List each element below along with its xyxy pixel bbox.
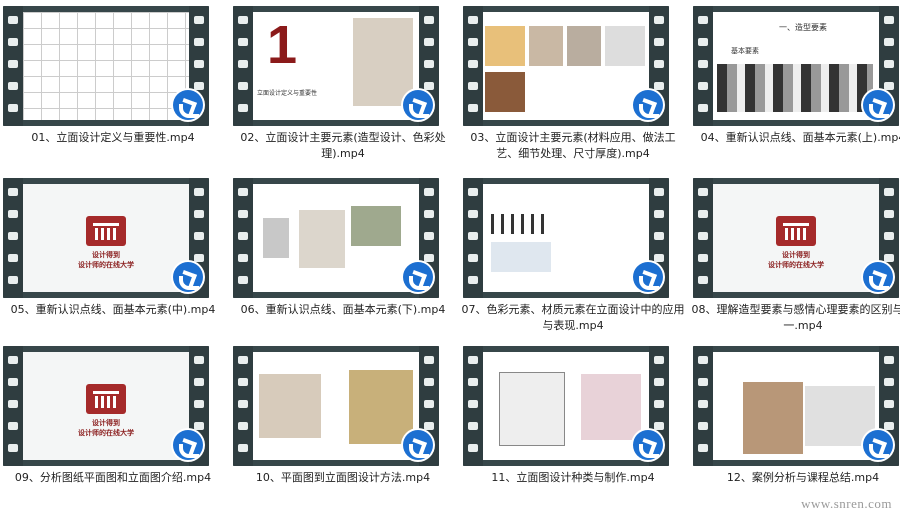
play-icon[interactable] [863, 90, 893, 120]
elevation-preview [253, 352, 419, 460]
video-caption[interactable]: 02、立面设计主要元素(造型设计、色彩处理).mp4 [230, 130, 456, 162]
video-caption[interactable]: 12、案例分析与课程总结.mp4 [690, 470, 900, 486]
video-thumbnail[interactable]: 设计得到 设计师的在线大学 [693, 178, 899, 298]
video-thumbnail[interactable]: 设计得到 设计师的在线大学 [3, 178, 209, 298]
logo-slide: 设计得到 设计师的在线大学 [23, 184, 189, 292]
video-caption[interactable]: 08、理解造型要素与感情心理要素的区别与统一.mp4 [690, 302, 900, 334]
play-icon[interactable] [863, 262, 893, 292]
material-preview [483, 12, 649, 120]
video-tile-06[interactable]: 06、重新认识点线、面基本元素(下).mp4 [230, 176, 456, 336]
video-tile-05[interactable]: 设计得到 设计师的在线大学 05、重新认识点线、面基本元素(中).mp4 [0, 176, 226, 336]
play-icon[interactable] [403, 90, 433, 120]
video-caption[interactable]: 11、立面图设计种类与制作.mp4 [460, 470, 686, 486]
play-icon[interactable] [633, 90, 663, 120]
video-caption[interactable]: 03、立面设计主要元素(材料应用、做法工艺、细节处理、尺寸厚度).mp4 [460, 130, 686, 162]
video-thumbnail[interactable] [463, 346, 669, 466]
video-tile-04[interactable]: 一、造型要素 基本要素 04、重新认识点线、面基本元素(上).mp4 [690, 4, 900, 164]
video-tile-11[interactable]: 11、立面图设计种类与制作.mp4 [460, 344, 686, 504]
watermark: www.snren.com [801, 496, 892, 511]
video-thumbnail[interactable] [463, 6, 669, 126]
video-caption[interactable]: 10、平面图到立面图设计方法.mp4 [230, 470, 456, 486]
play-icon[interactable] [403, 430, 433, 460]
logo-icon [776, 216, 816, 246]
floor-plan-preview [23, 12, 189, 120]
logo-text: 设计得到 设计师的在线大学 [78, 251, 134, 269]
slide-title: 立面设计定义与重要性 [257, 90, 318, 97]
play-icon[interactable] [633, 430, 663, 460]
video-caption[interactable]: 04、重新认识点线、面基本元素(上).mp4 [690, 130, 900, 146]
video-caption[interactable]: 05、重新认识点线、面基本元素(中).mp4 [0, 302, 226, 318]
video-tile-12[interactable]: 12、案例分析与课程总结.mp4 [690, 344, 900, 504]
video-thumbnail[interactable]: 一、造型要素 基本要素 [693, 6, 899, 126]
video-thumbnail[interactable] [3, 6, 209, 126]
video-grid: 01、立面设计定义与重要性.mp4 1 立面设计定义与重要性 02、立面设计主要… [0, 0, 900, 514]
slide-title: 一、造型要素 [779, 23, 827, 32]
play-icon[interactable] [633, 262, 663, 292]
logo-icon [86, 216, 126, 246]
video-tile-07[interactable]: 07、色彩元素、材质元素在立面设计中的应用与表现.mp4 [460, 176, 686, 336]
video-caption[interactable]: 01、立面设计定义与重要性.mp4 [0, 130, 226, 146]
case-study-preview [713, 352, 879, 460]
logo-icon [86, 384, 126, 414]
video-tile-09[interactable]: 设计得到 设计师的在线大学 09、分析图纸平面图和立面图介绍.mp4 [0, 344, 226, 504]
video-caption[interactable]: 09、分析图纸平面图和立面图介绍.mp4 [0, 470, 226, 486]
video-thumbnail[interactable] [693, 346, 899, 466]
play-icon[interactable] [173, 430, 203, 460]
video-tile-03[interactable]: 03、立面设计主要元素(材料应用、做法工艺、细节处理、尺寸厚度).mp4 [460, 4, 686, 164]
photo-preview [253, 184, 419, 292]
slide-preview: 1 立面设计定义与重要性 [253, 12, 419, 120]
video-thumbnail[interactable] [233, 178, 439, 298]
elevation-preview [483, 352, 649, 460]
play-icon[interactable] [173, 90, 203, 120]
video-caption[interactable]: 06、重新认识点线、面基本元素(下).mp4 [230, 302, 456, 318]
video-thumbnail[interactable]: 设计得到 设计师的在线大学 [3, 346, 209, 466]
logo-text: 设计得到 设计师的在线大学 [768, 251, 824, 269]
logo-slide: 设计得到 设计师的在线大学 [713, 184, 879, 292]
play-icon[interactable] [863, 430, 893, 460]
video-caption[interactable]: 07、色彩元素、材质元素在立面设计中的应用与表现.mp4 [460, 302, 686, 334]
slide-subtitle: 基本要素 [731, 47, 759, 55]
video-thumbnail[interactable]: 1 立面设计定义与重要性 [233, 6, 439, 126]
play-icon[interactable] [403, 262, 433, 292]
logo-slide: 设计得到 设计师的在线大学 [23, 352, 189, 460]
video-thumbnail[interactable] [463, 178, 669, 298]
slide-preview [483, 184, 649, 292]
logo-text: 设计得到 设计师的在线大学 [78, 419, 134, 437]
video-tile-01[interactable]: 01、立面设计定义与重要性.mp4 [0, 4, 226, 164]
video-thumbnail[interactable] [233, 346, 439, 466]
video-tile-08[interactable]: 设计得到 设计师的在线大学 08、理解造型要素与感情心理要素的区别与统一.mp4 [690, 176, 900, 336]
play-icon[interactable] [173, 262, 203, 292]
video-tile-10[interactable]: 10、平面图到立面图设计方法.mp4 [230, 344, 456, 504]
slide-number: 1 [267, 15, 298, 75]
video-tile-02[interactable]: 1 立面设计定义与重要性 02、立面设计主要元素(造型设计、色彩处理).mp4 [230, 4, 456, 164]
diagram-preview: 一、造型要素 基本要素 [713, 12, 879, 120]
